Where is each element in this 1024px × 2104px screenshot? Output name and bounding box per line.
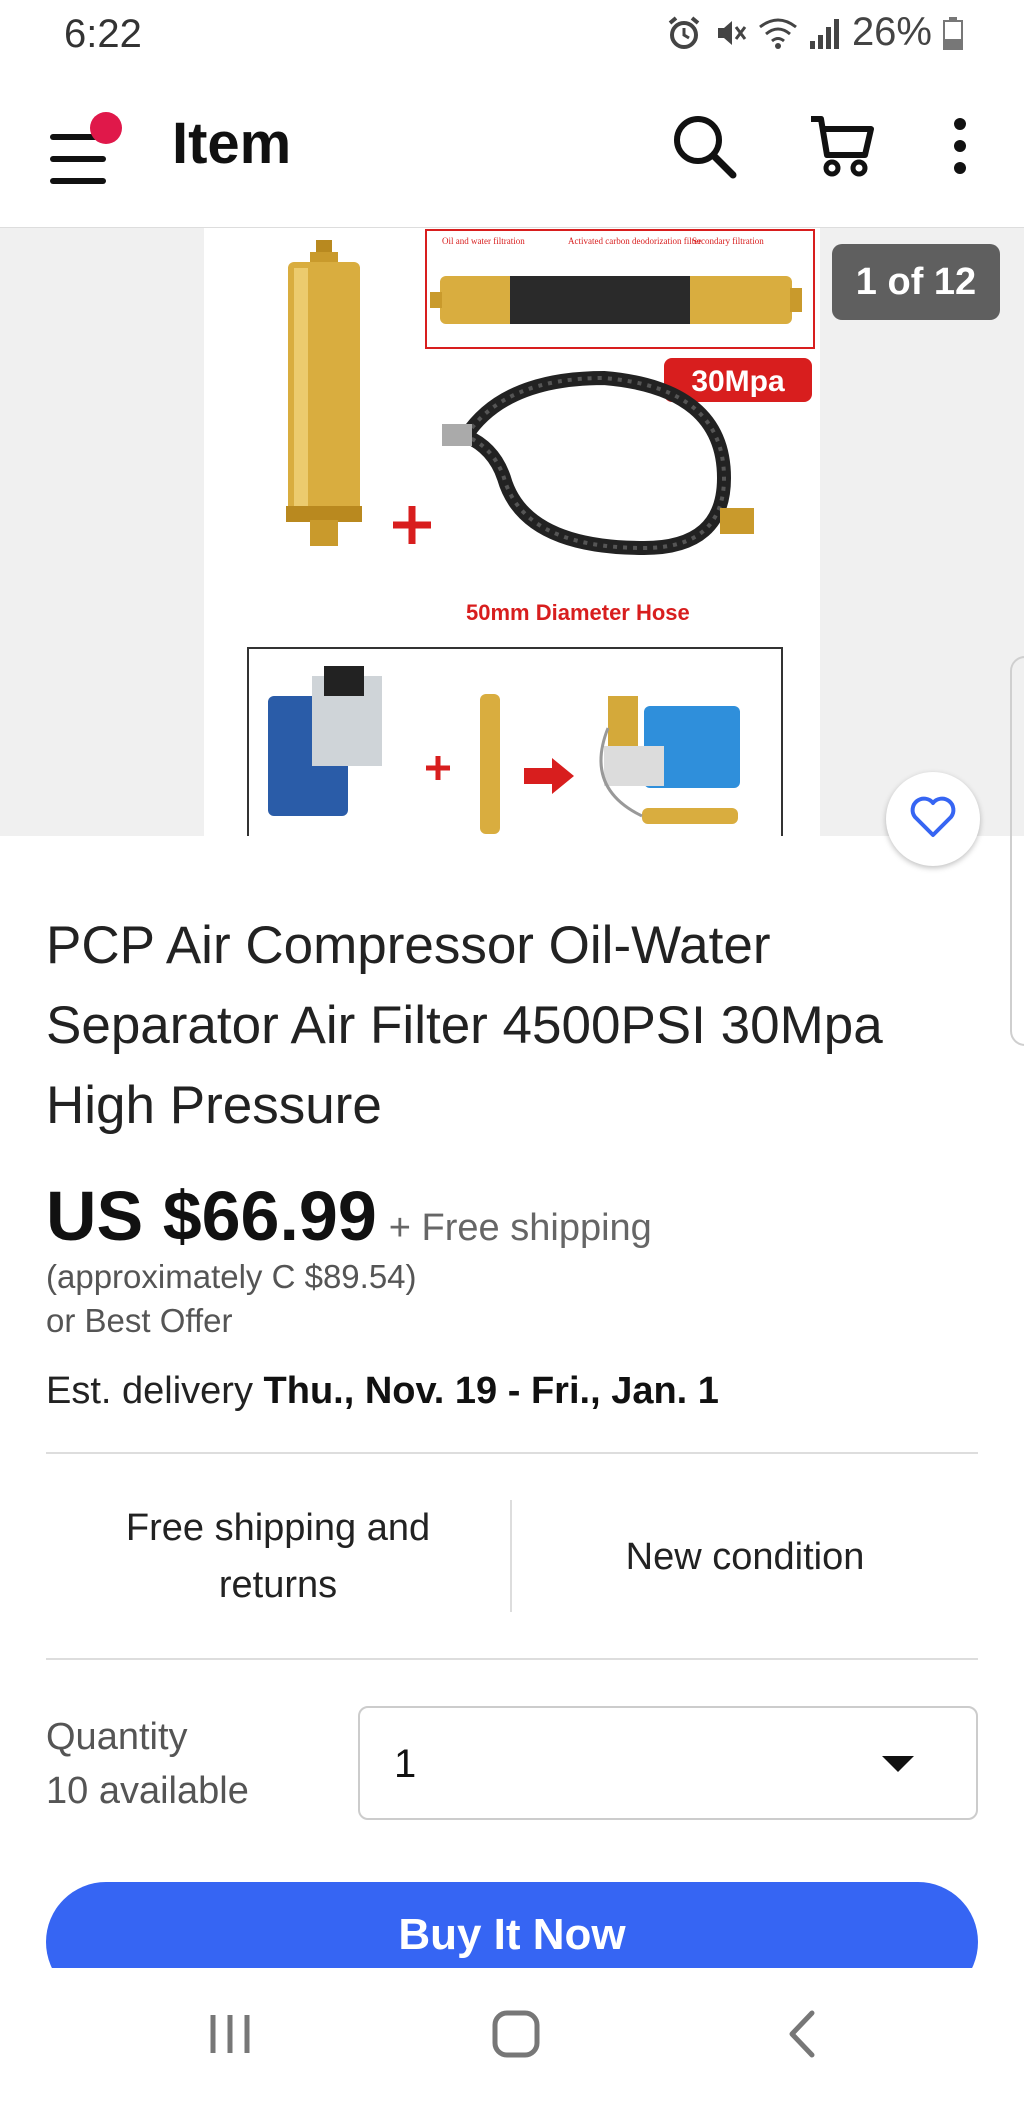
page-title: Item bbox=[172, 111, 292, 176]
back-icon bbox=[782, 2009, 822, 2064]
quantity-value: 1 bbox=[394, 1742, 417, 1786]
image-label-secondary: Secondary filtration bbox=[692, 236, 764, 246]
condition: New condition bbox=[625, 1535, 865, 1578]
shipping-note: + Free shipping bbox=[388, 1207, 652, 1249]
more-vert-icon bbox=[950, 111, 970, 186]
heart-icon bbox=[909, 795, 957, 844]
image-gallery[interactable]: Oil and water filtration Activated carbo… bbox=[0, 228, 1024, 836]
price: US $66.99 bbox=[46, 1177, 377, 1255]
search-icon bbox=[669, 111, 739, 186]
cart-button[interactable] bbox=[802, 108, 882, 188]
home-button[interactable] bbox=[466, 1998, 566, 2074]
more-options-button[interactable] bbox=[920, 108, 1000, 188]
image-label-hose: 50mm Diameter Hose bbox=[466, 600, 690, 625]
chevron-down-icon bbox=[882, 1756, 914, 1772]
recent-apps-button[interactable] bbox=[180, 1998, 280, 2074]
approx-price: (approximately C $89.54) bbox=[46, 1258, 417, 1295]
menu-button[interactable] bbox=[46, 112, 122, 192]
quantity-label: Quantity bbox=[46, 1716, 188, 1758]
notification-dot bbox=[90, 112, 122, 144]
product-image[interactable]: Oil and water filtration Activated carbo… bbox=[204, 228, 820, 836]
image-label-oil-water: Oil and water filtration bbox=[442, 236, 525, 246]
alarm-icon bbox=[666, 15, 702, 51]
watch-button[interactable] bbox=[886, 772, 980, 866]
buy-button-viewport: Buy It Now bbox=[0, 1876, 1024, 1968]
free-shipping-returns: Free shipping and returns bbox=[125, 1507, 431, 1606]
wifi-icon bbox=[758, 15, 798, 51]
delivery-prefix: Est. delivery bbox=[46, 1370, 253, 1412]
divider bbox=[46, 1658, 978, 1660]
scroll-handle[interactable] bbox=[1010, 656, 1024, 1046]
status-icons: 26% bbox=[666, 10, 964, 55]
image-counter: 1 of 12 bbox=[832, 244, 1000, 320]
delivery-estimate: Est. delivery Thu., Nov. 19 - Fri., Jan.… bbox=[46, 1370, 719, 1413]
buy-it-now-button[interactable]: Buy It Now bbox=[46, 1882, 978, 1968]
system-nav-bar bbox=[0, 1968, 1024, 2104]
signal-icon bbox=[808, 15, 842, 51]
home-icon bbox=[491, 2009, 541, 2064]
quantity-select[interactable]: 1 bbox=[358, 1706, 978, 1820]
status-bar: 6:22 26% bbox=[0, 0, 1024, 70]
status-time: 6:22 bbox=[64, 12, 142, 56]
price-row: US $66.99 + Free shipping bbox=[46, 1176, 652, 1256]
back-button[interactable] bbox=[752, 1998, 852, 2074]
recent-apps-icon bbox=[207, 2011, 253, 2062]
delivery-dates: Thu., Nov. 19 - Fri., Jan. 1 bbox=[263, 1370, 719, 1412]
cart-icon bbox=[807, 111, 877, 186]
best-offer: or Best Offer bbox=[46, 1302, 233, 1339]
quantity-available: 10 available bbox=[46, 1770, 249, 1812]
image-label-carbon: Activated carbon deodorization filter bbox=[568, 236, 701, 246]
app-bar: Item bbox=[0, 70, 1024, 228]
image-label-pressure: 30Mpa bbox=[691, 365, 785, 398]
product-title: PCP Air Compressor Oil-Water Separator A… bbox=[46, 916, 883, 1135]
search-button[interactable] bbox=[664, 108, 744, 188]
battery-text: 26% bbox=[851, 10, 932, 54]
feature-highlights: Free shipping and returns New condition bbox=[46, 1454, 978, 1660]
mute-icon bbox=[712, 15, 748, 51]
battery-icon bbox=[942, 15, 964, 51]
